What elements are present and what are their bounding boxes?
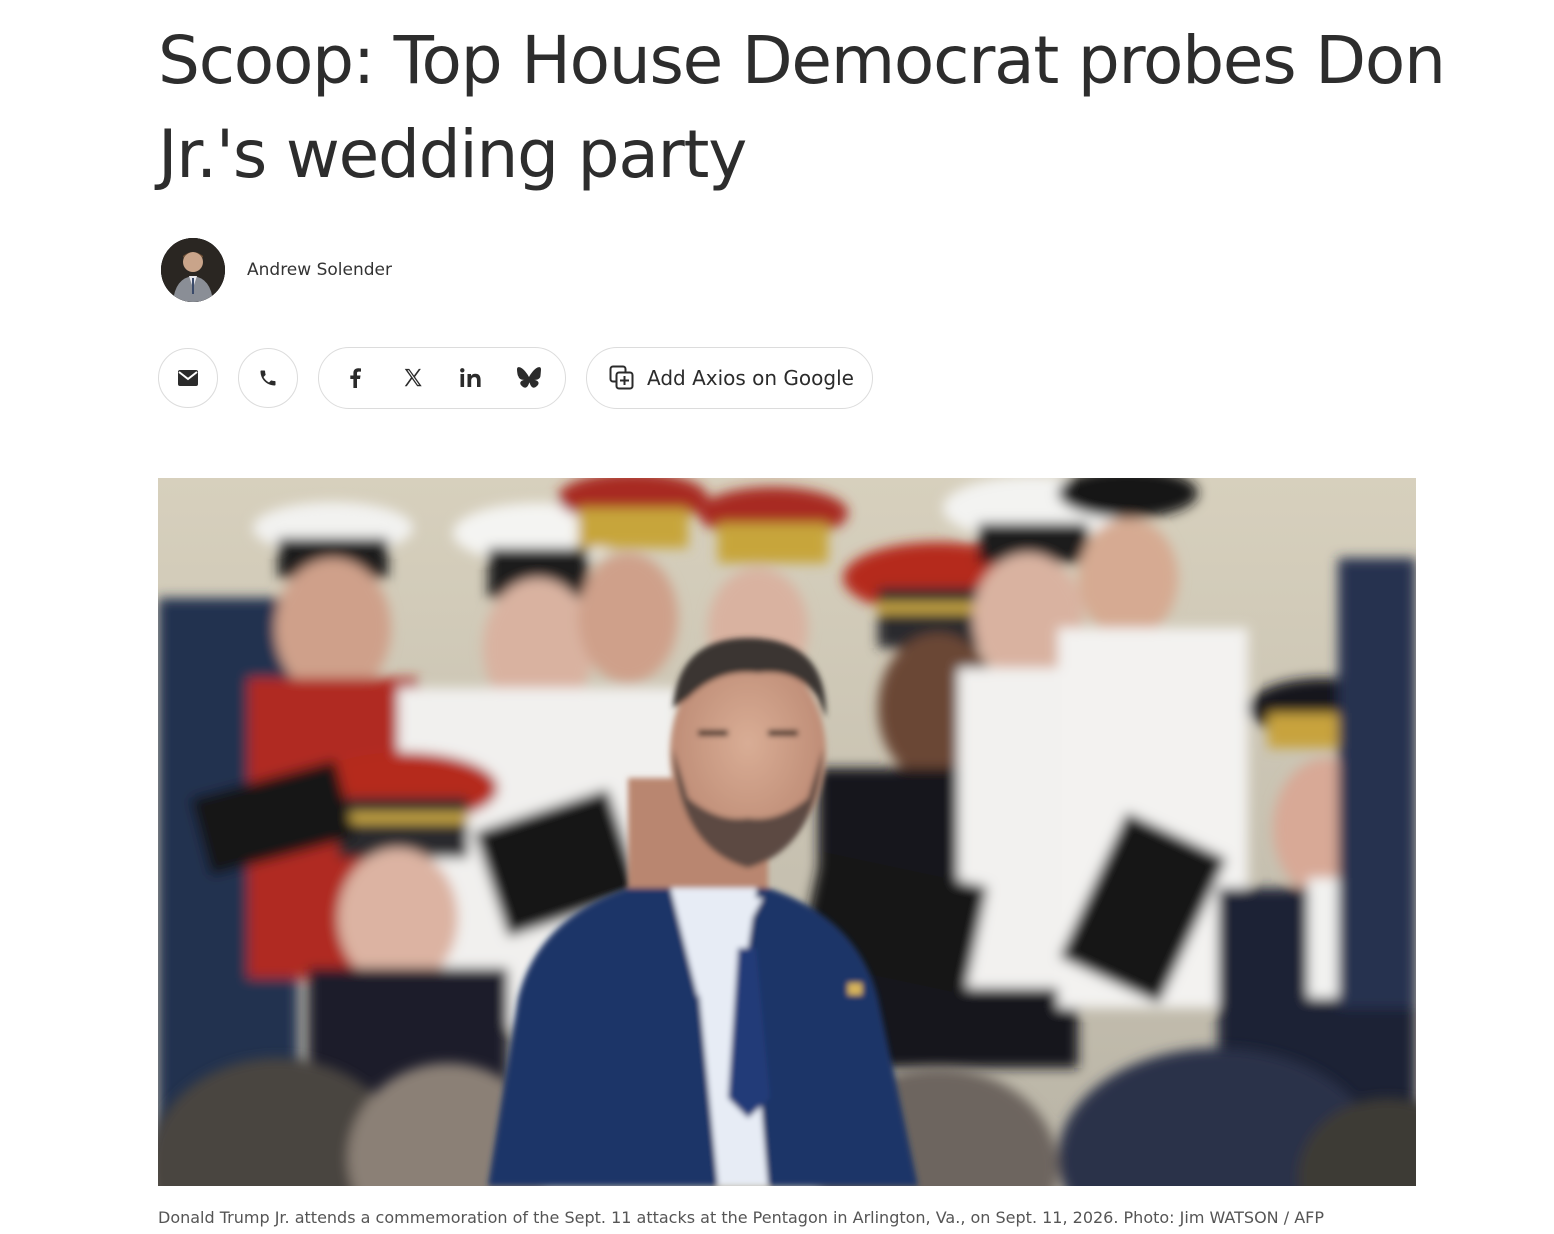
author-avatar[interactable] [161,238,225,302]
photo-caption: Donald Trump Jr. attends a commemoration… [158,1208,1324,1227]
author-name[interactable]: Andrew Solender [247,260,392,280]
phone-icon [260,370,276,386]
phone-share-button[interactable] [238,348,298,408]
add-source-icon [609,365,634,390]
x-icon [404,368,422,387]
bluesky-icon [517,367,541,388]
hero-photo [158,478,1416,1186]
add-axios-google-label: Add Axios on Google [647,366,854,390]
linkedin-share-button[interactable] [449,356,493,400]
add-axios-google-button[interactable]: Add Axios on Google [586,347,873,409]
byline: Andrew Solender [161,238,392,302]
social-share-group [318,347,566,409]
share-bar: Add Axios on Google [158,347,873,409]
x-share-button[interactable] [391,356,435,400]
email-share-button[interactable] [158,348,218,408]
envelope-icon [178,370,198,386]
bluesky-share-button[interactable] [507,356,551,400]
facebook-icon [350,368,361,388]
facebook-share-button[interactable] [333,356,377,400]
article-headline: Scoop: Top House Democrat probes Don Jr.… [158,22,1446,193]
linkedin-icon [460,368,481,387]
